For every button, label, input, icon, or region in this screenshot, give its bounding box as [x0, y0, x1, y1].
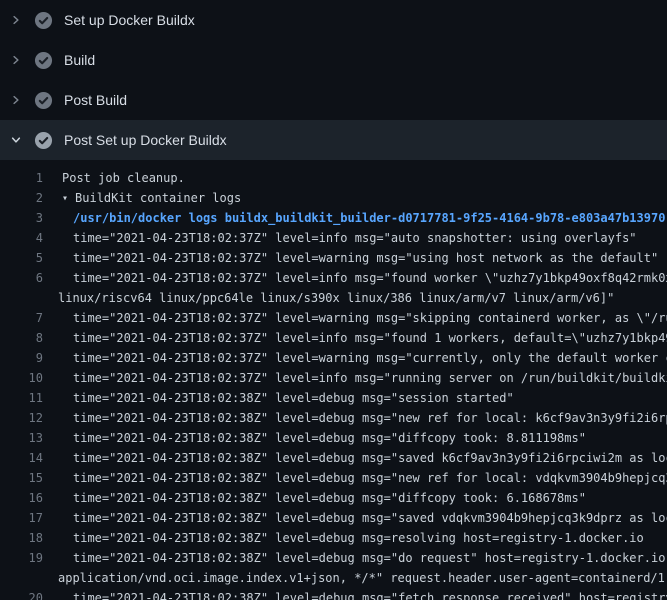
- step-row-post-build[interactable]: Post Build: [0, 80, 667, 120]
- line-number[interactable]: 19: [0, 551, 43, 565]
- log-row: 15 time="2021-04-23T18:02:38Z" level=deb…: [0, 468, 667, 488]
- log-text: time="2021-04-23T18:02:38Z" level=debug …: [43, 391, 514, 405]
- log-text: time="2021-04-23T18:02:37Z" level=warnin…: [43, 311, 667, 325]
- line-number[interactable]: 10: [0, 371, 43, 385]
- log-row: 18 time="2021-04-23T18:02:38Z" level=deb…: [0, 528, 667, 548]
- log-text: Post job cleanup.: [43, 171, 185, 185]
- chevron-right-icon: [10, 94, 22, 106]
- log-row: 6 time="2021-04-23T18:02:37Z" level=info…: [0, 268, 667, 288]
- log-row: 19 time="2021-04-23T18:02:38Z" level=deb…: [0, 548, 667, 568]
- log-content: 1 Post job cleanup. 2 ▾ BuildKit containe…: [0, 160, 667, 600]
- line-number[interactable]: 8: [0, 331, 43, 345]
- log-row: 20 time="2021-04-23T18:02:38Z" level=deb…: [0, 588, 667, 600]
- line-number[interactable]: 18: [0, 531, 43, 545]
- log-row: application/vnd.oci.image.index.v1+json,…: [0, 568, 667, 588]
- log-text: /usr/bin/docker logs buildx_buildkit_bui…: [43, 211, 665, 225]
- step-label: Post Build: [64, 92, 127, 108]
- log-row: 2 ▾ BuildKit container logs: [0, 188, 667, 208]
- log-row: 12 time="2021-04-23T18:02:38Z" level=deb…: [0, 408, 667, 428]
- log-text: linux/riscv64 linux/ppc64le linux/s390x …: [43, 291, 614, 305]
- log-row: 4 time="2021-04-23T18:02:37Z" level=info…: [0, 228, 667, 248]
- log-row: 9 time="2021-04-23T18:02:37Z" level=warn…: [0, 348, 667, 368]
- log-text: time="2021-04-23T18:02:38Z" level=debug …: [43, 471, 667, 485]
- log-text: time="2021-04-23T18:02:37Z" level=info m…: [43, 231, 637, 245]
- log-text: time="2021-04-23T18:02:38Z" level=debug …: [43, 511, 667, 525]
- log-row: 11 time="2021-04-23T18:02:38Z" level=deb…: [0, 388, 667, 408]
- log-text: time="2021-04-23T18:02:37Z" level=info m…: [43, 371, 667, 385]
- line-number[interactable]: 14: [0, 451, 43, 465]
- log-row: 7 time="2021-04-23T18:02:37Z" level=warn…: [0, 308, 667, 328]
- log-text: time="2021-04-23T18:02:37Z" level=warnin…: [43, 251, 658, 265]
- line-number[interactable]: 3: [0, 211, 43, 225]
- log-text: time="2021-04-23T18:02:38Z" level=debug …: [43, 531, 644, 545]
- check-circle-icon: [34, 11, 53, 30]
- log-row: 16 time="2021-04-23T18:02:38Z" level=deb…: [0, 488, 667, 508]
- chevron-right-icon: [10, 54, 22, 66]
- line-number[interactable]: 2: [0, 191, 43, 205]
- check-circle-icon: [34, 131, 53, 150]
- log-row: 5 time="2021-04-23T18:02:37Z" level=warn…: [0, 248, 667, 268]
- log-text: time="2021-04-23T18:02:38Z" level=debug …: [43, 411, 667, 425]
- actions-log-viewer: Set up Docker Buildx Build Post Build: [0, 0, 667, 600]
- line-number[interactable]: 5: [0, 251, 43, 265]
- step-label: Build: [64, 52, 95, 68]
- log-row: 10 time="2021-04-23T18:02:37Z" level=inf…: [0, 368, 667, 388]
- log-row: 13 time="2021-04-23T18:02:38Z" level=deb…: [0, 428, 667, 448]
- chevron-right-icon: [10, 14, 22, 26]
- log-group-label: BuildKit container logs: [75, 191, 241, 205]
- step-row-build[interactable]: Build: [0, 40, 667, 80]
- line-number[interactable]: 17: [0, 511, 43, 525]
- log-text: application/vnd.oci.image.index.v1+json,…: [43, 571, 667, 585]
- line-number[interactable]: 15: [0, 471, 43, 485]
- log-row: 17 time="2021-04-23T18:02:38Z" level=deb…: [0, 508, 667, 528]
- log-row: linux/riscv64 linux/ppc64le linux/s390x …: [0, 288, 667, 308]
- line-number[interactable]: 11: [0, 391, 43, 405]
- line-number[interactable]: 12: [0, 411, 43, 425]
- log-text: time="2021-04-23T18:02:38Z" level=debug …: [43, 431, 586, 445]
- line-number[interactable]: 7: [0, 311, 43, 325]
- step-label: Set up Docker Buildx: [64, 12, 195, 28]
- step-list: Set up Docker Buildx Build Post Build: [0, 0, 667, 160]
- log-group-toggle[interactable]: ▾ BuildKit container logs: [43, 191, 241, 205]
- log-row: 14 time="2021-04-23T18:02:38Z" level=deb…: [0, 448, 667, 468]
- log-text: time="2021-04-23T18:02:38Z" level=debug …: [43, 591, 667, 600]
- log-text: time="2021-04-23T18:02:38Z" level=debug …: [43, 491, 586, 505]
- log-row: 1 Post job cleanup.: [0, 168, 667, 188]
- log-group-caret-icon: ▾: [62, 193, 68, 204]
- log-text: time="2021-04-23T18:02:38Z" level=debug …: [43, 551, 667, 565]
- check-circle-icon: [34, 91, 53, 110]
- line-number[interactable]: 4: [0, 231, 43, 245]
- log-text: time="2021-04-23T18:02:37Z" level=info m…: [43, 331, 667, 345]
- log-text: time="2021-04-23T18:02:37Z" level=info m…: [43, 271, 667, 285]
- line-number[interactable]: 9: [0, 351, 43, 365]
- step-row-post-set-up-docker-buildx[interactable]: Post Set up Docker Buildx: [0, 120, 667, 160]
- log-text: time="2021-04-23T18:02:38Z" level=debug …: [43, 451, 667, 465]
- chevron-down-icon: [10, 134, 22, 146]
- line-number[interactable]: 6: [0, 271, 43, 285]
- check-circle-icon: [34, 51, 53, 70]
- line-number[interactable]: 16: [0, 491, 43, 505]
- log-row: 3 /usr/bin/docker logs buildx_buildkit_b…: [0, 208, 667, 228]
- step-label: Post Set up Docker Buildx: [64, 132, 227, 148]
- line-number[interactable]: 13: [0, 431, 43, 445]
- line-number[interactable]: 1: [0, 171, 43, 185]
- log-row: 8 time="2021-04-23T18:02:37Z" level=info…: [0, 328, 667, 348]
- log-text: time="2021-04-23T18:02:37Z" level=warnin…: [43, 351, 667, 365]
- step-row-set-up-docker-buildx[interactable]: Set up Docker Buildx: [0, 0, 667, 40]
- line-number[interactable]: 20: [0, 591, 43, 600]
